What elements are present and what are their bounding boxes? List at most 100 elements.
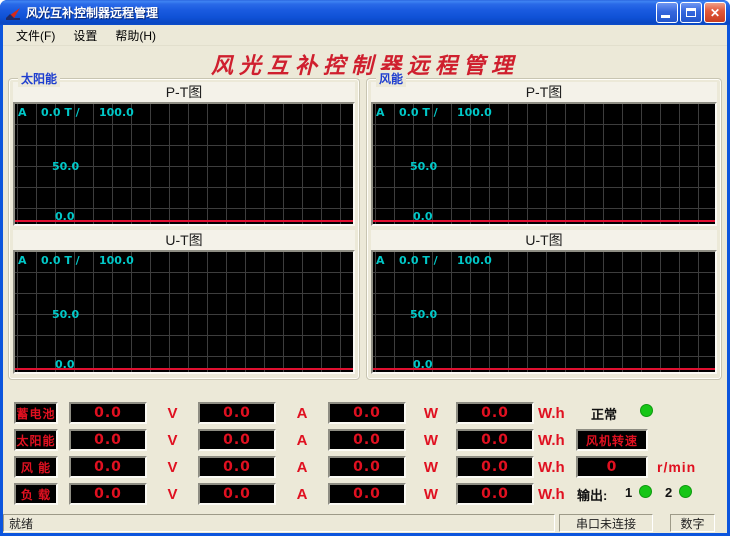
unit-label: A	[276, 405, 328, 422]
energy-display: 0.0	[456, 429, 534, 451]
table-row-battery: 蓄电池 0.0 V 0.0 A 0.0 W 0.0 W.h	[3, 402, 582, 424]
axis-marker-label: A	[18, 106, 27, 119]
unit-label: V	[147, 432, 198, 449]
table-row-solar: 太阳能 0.0 V 0.0 A 0.0 W 0.0 W.h	[3, 429, 582, 451]
energy-display: 0.0	[456, 402, 534, 424]
status-num-panel: 数字	[670, 514, 715, 532]
wind-ut-chart: A 0.0 T / 100.0 50.0 0.0	[371, 250, 717, 374]
menu-file[interactable]: 文件(F)	[7, 25, 64, 46]
wind-ut-chart-title: U-T图	[371, 230, 717, 250]
voltage-display: 0.0	[69, 402, 147, 424]
row-label: 太阳能	[14, 429, 58, 451]
voltage-display: 0.0	[69, 429, 147, 451]
unit-label: A	[276, 459, 328, 476]
y-mid-label: 50.0	[52, 308, 79, 321]
power-display: 0.0	[328, 483, 406, 505]
titlebar-buttons: ✕	[656, 2, 726, 23]
system-status-indicator	[640, 404, 653, 417]
power-display: 0.0	[328, 456, 406, 478]
current-display: 0.0	[198, 402, 276, 424]
unit-label: W	[406, 459, 456, 476]
unit-label: W.h	[534, 486, 582, 503]
solar-pt-chart-unit: P-T图 A 0.0 T / 100.0 50.0 0.0	[13, 82, 355, 226]
unit-label: W.h	[534, 432, 582, 449]
client-area: 文件(F) 设置 帮助(H) 风光互补控制器远程管理 太阳能 P-T图 A 0.…	[3, 25, 727, 533]
minimize-icon	[661, 15, 670, 18]
status-ready-panel: 就绪	[3, 514, 555, 532]
zero-data-line	[373, 220, 715, 222]
table-row-wind: 风 能 0.0 V 0.0 A 0.0 W 0.0 W.h	[3, 456, 582, 478]
status-num-text: 数字	[680, 515, 704, 532]
y-mid-label: 50.0	[410, 308, 437, 321]
voltage-display: 0.0	[69, 456, 147, 478]
output2-indicator	[679, 485, 692, 498]
output2-label: 2	[665, 485, 672, 500]
energy-display: 0.0	[456, 456, 534, 478]
power-display: 0.0	[328, 429, 406, 451]
wind-group-label: 风能	[376, 70, 406, 87]
axis-marker-label: A	[376, 254, 385, 267]
current-display: 0.0	[198, 456, 276, 478]
time-scale-label: 0.0 T /	[41, 106, 80, 119]
fan-speed-unit: r/min	[657, 459, 696, 475]
time-scale-label: 0.0 T /	[41, 254, 80, 267]
row-label: 风 能	[14, 456, 58, 478]
page-title: 风光互补控制器远程管理	[3, 48, 727, 76]
minimize-button[interactable]	[656, 2, 678, 23]
output1-label: 1	[625, 485, 632, 500]
solar-ut-chart-unit: U-T图 A 0.0 T / 100.0 50.0 0.0	[13, 230, 355, 374]
power-display: 0.0	[328, 402, 406, 424]
maximize-button[interactable]	[680, 2, 702, 23]
app-icon	[5, 5, 22, 21]
y-mid-label: 50.0	[410, 160, 437, 173]
status-serial-text: 串口未连接	[576, 515, 636, 532]
output1-indicator	[639, 485, 652, 498]
wind-groupbox: 风能 P-T图 A 0.0 T / 100.0 50.0 0.0 U-T图 A …	[366, 78, 722, 380]
unit-label: W.h	[534, 459, 582, 476]
solar-pt-chart-title: P-T图	[13, 82, 355, 102]
axis-marker-label: A	[18, 254, 27, 267]
unit-label: W	[406, 432, 456, 449]
axis-marker-label: A	[376, 106, 385, 119]
zero-data-line	[15, 368, 353, 370]
output-label: 输出:	[577, 485, 607, 504]
wind-pt-chart: A 0.0 T / 100.0 50.0 0.0	[371, 102, 717, 226]
unit-label: A	[276, 486, 328, 503]
menubar: 文件(F) 设置 帮助(H)	[3, 25, 727, 46]
unit-label: A	[276, 432, 328, 449]
titlebar: 风光互补控制器远程管理 ✕	[0, 0, 730, 25]
maximize-icon	[686, 8, 696, 17]
unit-label: W	[406, 486, 456, 503]
wind-pt-chart-unit: P-T图 A 0.0 T / 100.0 50.0 0.0	[371, 82, 717, 226]
voltage-display: 0.0	[69, 483, 147, 505]
unit-label: V	[147, 486, 198, 503]
fan-speed-display: 0	[576, 456, 648, 478]
row-label: 负 载	[14, 483, 58, 505]
solar-group-label: 太阳能	[18, 70, 60, 87]
statusbar: 就绪 串口未连接 数字	[3, 512, 727, 533]
status-serial-panel: 串口未连接	[559, 514, 653, 532]
unit-label: V	[147, 405, 198, 422]
table-row-load: 负 载 0.0 V 0.0 A 0.0 W 0.0 W.h	[3, 483, 582, 505]
energy-display: 0.0	[456, 483, 534, 505]
time-max-label: 100.0	[457, 106, 492, 119]
time-max-label: 100.0	[457, 254, 492, 267]
measurement-panel: 蓄电池 0.0 V 0.0 A 0.0 W 0.0 W.h 太阳能 0.0 V …	[3, 396, 727, 508]
time-max-label: 100.0	[99, 106, 134, 119]
time-scale-label: 0.0 T /	[399, 106, 438, 119]
close-button[interactable]: ✕	[704, 2, 726, 23]
solar-ut-chart-title: U-T图	[13, 230, 355, 250]
current-display: 0.0	[198, 429, 276, 451]
fan-speed-label: 风机转速	[576, 429, 648, 451]
menu-settings[interactable]: 设置	[64, 25, 106, 46]
unit-label: W.h	[534, 405, 582, 422]
row-label: 蓄电池	[14, 402, 58, 424]
unit-label: W	[406, 405, 456, 422]
time-max-label: 100.0	[99, 254, 134, 267]
wind-ut-chart-unit: U-T图 A 0.0 T / 100.0 50.0 0.0	[371, 230, 717, 374]
solar-ut-chart: A 0.0 T / 100.0 50.0 0.0	[13, 250, 355, 374]
menu-help[interactable]: 帮助(H)	[106, 25, 165, 46]
wind-pt-chart-title: P-T图	[371, 82, 717, 102]
zero-data-line	[15, 220, 353, 222]
unit-label: V	[147, 459, 198, 476]
